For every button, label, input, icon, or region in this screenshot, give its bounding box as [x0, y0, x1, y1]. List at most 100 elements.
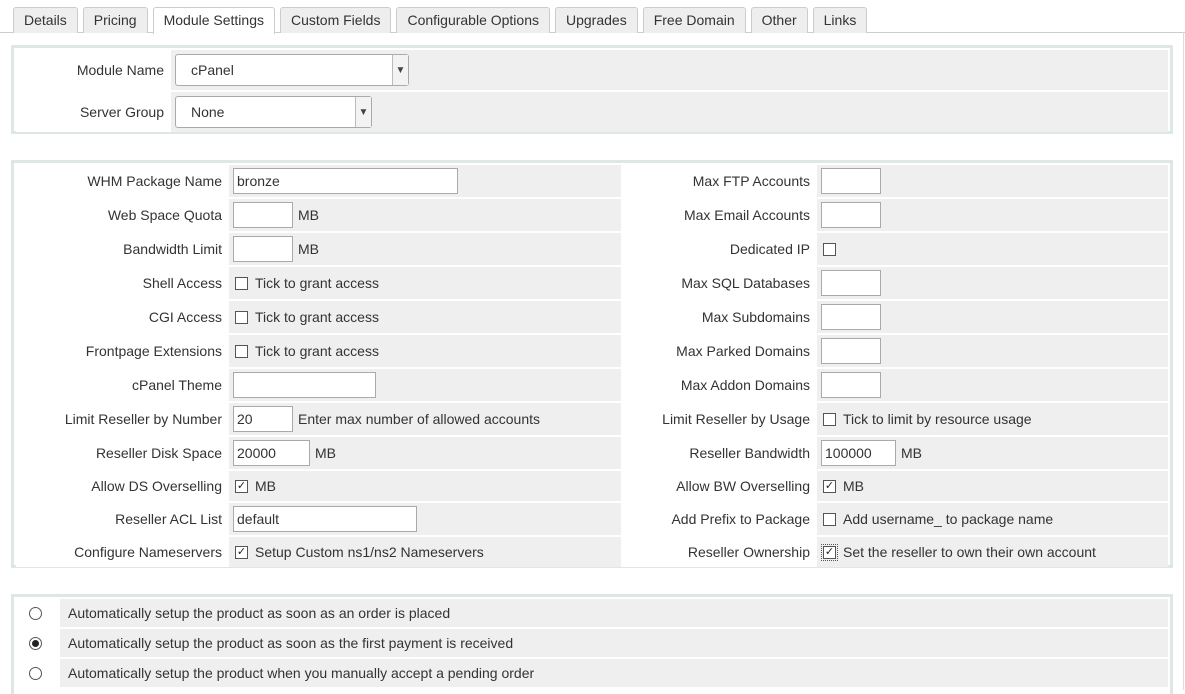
- whm-package-label: WHM Package Name: [16, 165, 229, 197]
- settings-row: Allow DS Overselling ✓ MB Allow BW Overs…: [16, 471, 1168, 501]
- frontpage-label: Frontpage Extensions: [16, 335, 229, 367]
- configure-ns-label: Configure Nameservers: [16, 537, 229, 567]
- setup-option-label: Automatically setup the product when you…: [60, 659, 1168, 687]
- dedicated-ip-cell: [817, 233, 1168, 265]
- add-prefix-label: Add Prefix to Package: [621, 503, 817, 535]
- max-sql-input[interactable]: [821, 270, 881, 296]
- reseller-disk-label: Reseller Disk Space: [16, 437, 229, 469]
- tab-bar: Details Pricing Module Settings Custom F…: [13, 7, 872, 34]
- allow-bw-unit: MB: [843, 478, 864, 494]
- cpanel-theme-input[interactable]: [233, 372, 376, 398]
- tab-details[interactable]: Details: [13, 7, 78, 33]
- settings-row: Shell Access Tick to grant access Max SQ…: [16, 267, 1168, 299]
- configure-ns-text: Setup Custom ns1/ns2 Nameservers: [255, 544, 484, 560]
- server-group-value: None: [191, 104, 225, 120]
- setup-option-row[interactable]: Automatically setup the product as soon …: [16, 599, 1168, 627]
- web-space-unit: MB: [298, 207, 319, 223]
- max-ftp-label: Max FTP Accounts: [621, 165, 817, 197]
- settings-row: Reseller Disk Space 20000 MB Reseller Ba…: [16, 437, 1168, 469]
- max-subdomains-input[interactable]: [821, 304, 881, 330]
- dedicated-ip-checkbox[interactable]: [823, 242, 836, 256]
- settings-row: Configure Nameservers ✓ Setup Custom ns1…: [16, 537, 1168, 567]
- chevron-down-icon: ▼: [355, 97, 371, 127]
- max-subdomains-cell: [817, 301, 1168, 333]
- max-addon-input[interactable]: [821, 372, 881, 398]
- max-parked-label: Max Parked Domains: [621, 335, 817, 367]
- tab-module-settings[interactable]: Module Settings: [152, 7, 275, 34]
- setup-option-radio[interactable]: [28, 636, 42, 650]
- module-name-row: Module Name cPanel ▼: [16, 50, 1168, 90]
- server-group-select[interactable]: None ▼: [175, 96, 372, 128]
- tab-other[interactable]: Other: [750, 7, 808, 33]
- tab-free-domain[interactable]: Free Domain: [642, 7, 746, 33]
- bandwidth-cell: MB: [229, 233, 621, 265]
- limit-usage-checkbox[interactable]: [823, 412, 836, 426]
- reseller-acl-input[interactable]: default: [233, 506, 417, 532]
- add-prefix-text: Add username_ to package name: [843, 511, 1054, 527]
- tab-pricing[interactable]: Pricing: [82, 7, 148, 33]
- add-prefix-checkbox[interactable]: [823, 512, 836, 526]
- reseller-bw-label: Reseller Bandwidth: [621, 437, 817, 469]
- web-space-label: Web Space Quota: [16, 199, 229, 231]
- add-prefix-cell: Add username_ to package name: [817, 503, 1168, 535]
- reseller-own-cell: ✓ Set the reseller to own their own acco…: [817, 537, 1168, 567]
- tab-custom-fields[interactable]: Custom Fields: [280, 7, 392, 33]
- max-email-label: Max Email Accounts: [621, 199, 817, 231]
- allow-bw-checkbox[interactable]: ✓: [823, 479, 836, 493]
- configure-ns-checkbox[interactable]: ✓: [235, 545, 248, 559]
- bandwidth-input[interactable]: [233, 236, 293, 262]
- frontpage-cell: Tick to grant access: [229, 335, 621, 367]
- cpanel-theme-label: cPanel Theme: [16, 369, 229, 401]
- setup-option-row[interactable]: Automatically setup the product as soon …: [16, 629, 1168, 657]
- limit-number-hint: Enter max number of allowed accounts: [298, 411, 541, 427]
- limit-usage-cell: Tick to limit by resource usage: [817, 403, 1168, 435]
- bandwidth-label: Bandwidth Limit: [16, 233, 229, 265]
- setup-option-radio[interactable]: [28, 666, 42, 680]
- allow-bw-label: Allow BW Overselling: [621, 471, 817, 501]
- tab-upgrades[interactable]: Upgrades: [555, 7, 638, 33]
- max-parked-input[interactable]: [821, 338, 881, 364]
- cgi-access-text: Tick to grant access: [255, 309, 379, 325]
- max-addon-label: Max Addon Domains: [621, 369, 817, 401]
- frontpage-checkbox[interactable]: [235, 344, 248, 358]
- module-name-select[interactable]: cPanel ▼: [175, 54, 409, 86]
- max-parked-cell: [817, 335, 1168, 367]
- allow-bw-cell: ✓ MB: [817, 471, 1168, 501]
- settings-row: WHM Package Name bronze Max FTP Accounts: [16, 165, 1168, 197]
- chevron-down-icon: ▼: [392, 55, 408, 85]
- tab-configurable-options[interactable]: Configurable Options: [396, 7, 550, 33]
- settings-row: cPanel Theme Max Addon Domains: [16, 369, 1168, 401]
- limit-usage-text: Tick to limit by resource usage: [843, 411, 1032, 427]
- server-group-row: Server Group None ▼: [16, 92, 1168, 132]
- module-name-value: cPanel: [191, 62, 234, 78]
- server-group-label: Server Group: [16, 92, 171, 132]
- limit-number-cell: 20 Enter max number of allowed accounts: [229, 403, 621, 435]
- setup-option-radio[interactable]: [28, 606, 42, 620]
- max-email-cell: [817, 199, 1168, 231]
- dedicated-ip-label: Dedicated IP: [621, 233, 817, 265]
- allow-ds-checkbox[interactable]: ✓: [235, 479, 248, 493]
- max-email-input[interactable]: [821, 202, 881, 228]
- cgi-access-checkbox[interactable]: [235, 310, 248, 324]
- module-name-cell: cPanel ▼: [171, 50, 1168, 90]
- radio-cell: [16, 659, 60, 687]
- bandwidth-unit: MB: [298, 241, 319, 257]
- shell-access-checkbox[interactable]: [235, 276, 248, 290]
- limit-usage-label: Limit Reseller by Usage: [621, 403, 817, 435]
- max-ftp-input[interactable]: [821, 168, 881, 194]
- reseller-bw-input[interactable]: 100000: [821, 440, 896, 466]
- whm-package-input[interactable]: bronze: [233, 168, 458, 194]
- reseller-own-checkbox[interactable]: ✓: [821, 543, 838, 561]
- reseller-disk-input[interactable]: 20000: [233, 440, 310, 466]
- panel-right-border: [1183, 32, 1184, 690]
- limit-number-label: Limit Reseller by Number: [16, 403, 229, 435]
- web-space-cell: MB: [229, 199, 621, 231]
- max-addon-cell: [817, 369, 1168, 401]
- web-space-input[interactable]: [233, 202, 293, 228]
- shell-access-text: Tick to grant access: [255, 275, 379, 291]
- module-name-label: Module Name: [16, 50, 171, 90]
- radio-cell: [16, 599, 60, 627]
- limit-number-input[interactable]: 20: [233, 406, 293, 432]
- tab-links[interactable]: Links: [812, 7, 868, 33]
- setup-option-row[interactable]: Automatically setup the product when you…: [16, 659, 1168, 687]
